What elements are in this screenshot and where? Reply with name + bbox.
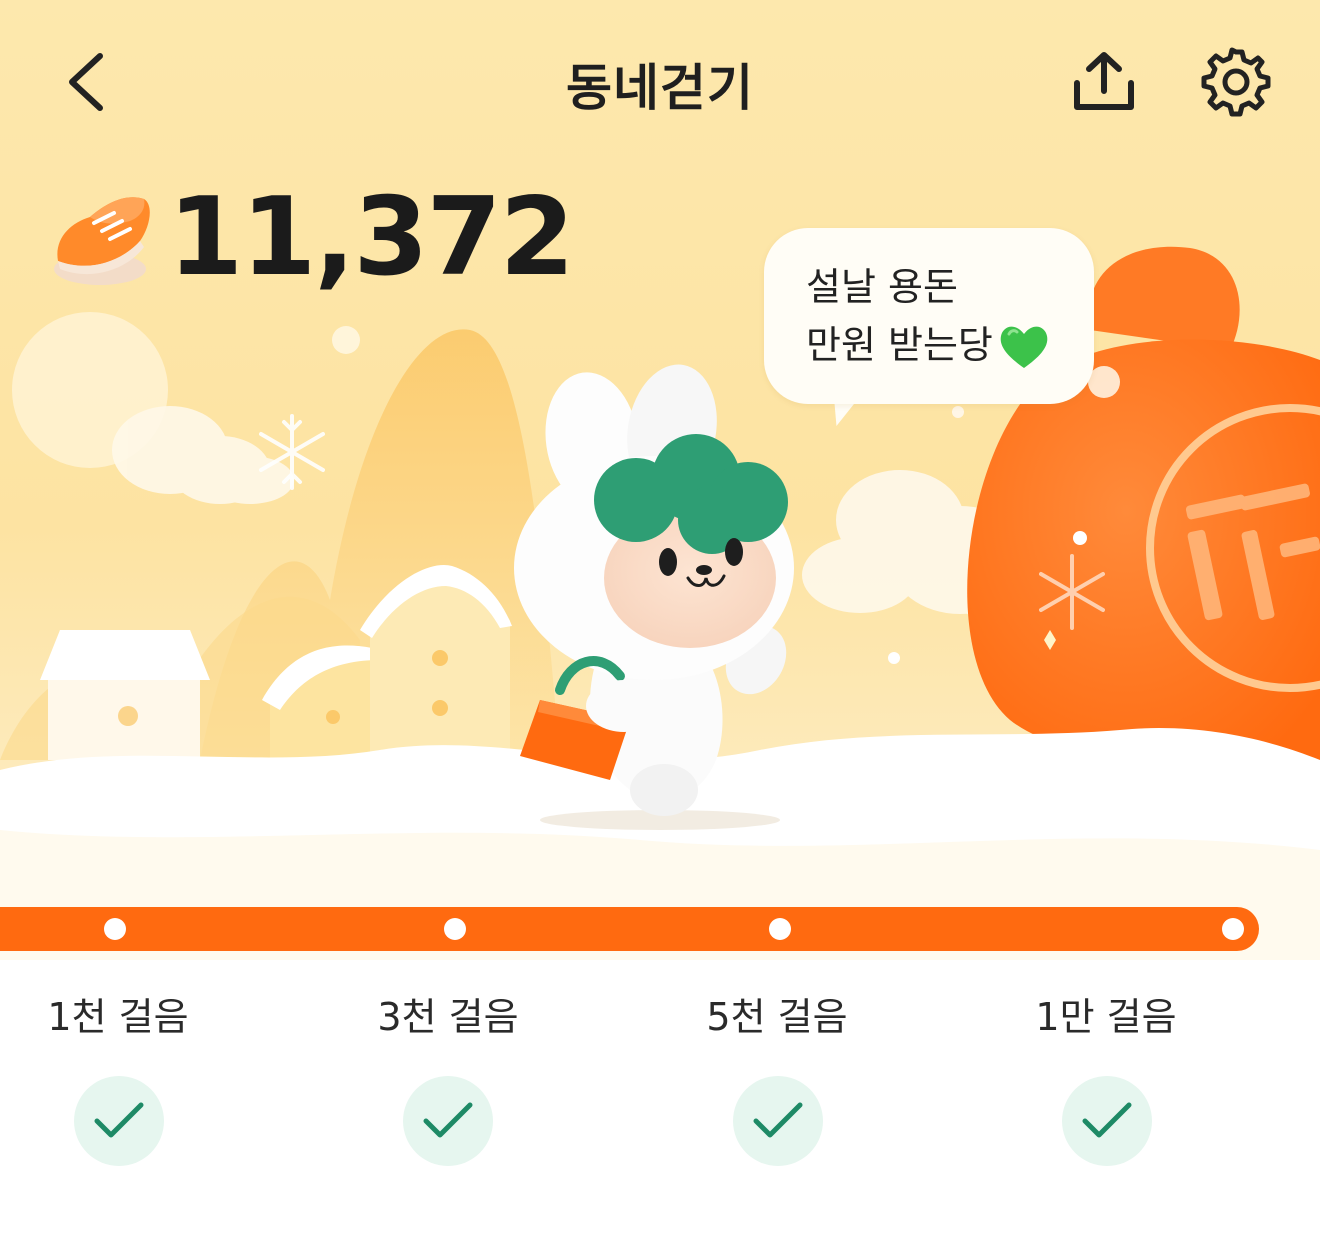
check-icon [1082,1102,1132,1138]
speech-bubble: 설날 용돈 만원 받는당 [764,228,1094,404]
green-heart-icon [1000,326,1048,368]
walking-screen: 동네걷기 11,372 설날 용돈 만원 받는당 1천 걸음 3천 걸음 5천 … [0,0,1320,1249]
milestone-label-1: 1천 걸음 [47,995,189,1039]
share-upload-icon [1074,52,1134,110]
milestone-dot-3 [769,918,791,940]
gear-icon [1201,47,1271,117]
check-icon [94,1102,144,1138]
check-icon [423,1102,473,1138]
sneaker-icon [54,197,150,285]
top-app-bar: 동네걷기 [0,0,1320,170]
milestone-check-2[interactable] [403,1076,493,1166]
check-icon [753,1102,803,1138]
step-count-value: 11,372 [168,175,575,300]
milestone-check-4[interactable] [1062,1076,1152,1166]
milestone-label-3: 5천 걸음 [706,995,848,1039]
milestone-dot-2 [444,918,466,940]
step-progress-bar [0,907,1259,951]
milestone-check-1[interactable] [74,1076,164,1166]
milestone-label-2: 3천 걸음 [377,995,519,1039]
settings-button[interactable] [1194,40,1278,124]
share-button[interactable] [1064,42,1144,122]
bubble-line-2: 만원 받는당 [806,316,1094,374]
milestone-dot-4 [1222,918,1244,940]
milestone-dot-1 [104,918,126,940]
bubble-line-1: 설날 용돈 [806,265,958,309]
step-counter: 11,372 [50,175,575,300]
milestone-label-4: 1만 걸음 [1035,995,1177,1039]
milestone-check-3[interactable] [733,1076,823,1166]
